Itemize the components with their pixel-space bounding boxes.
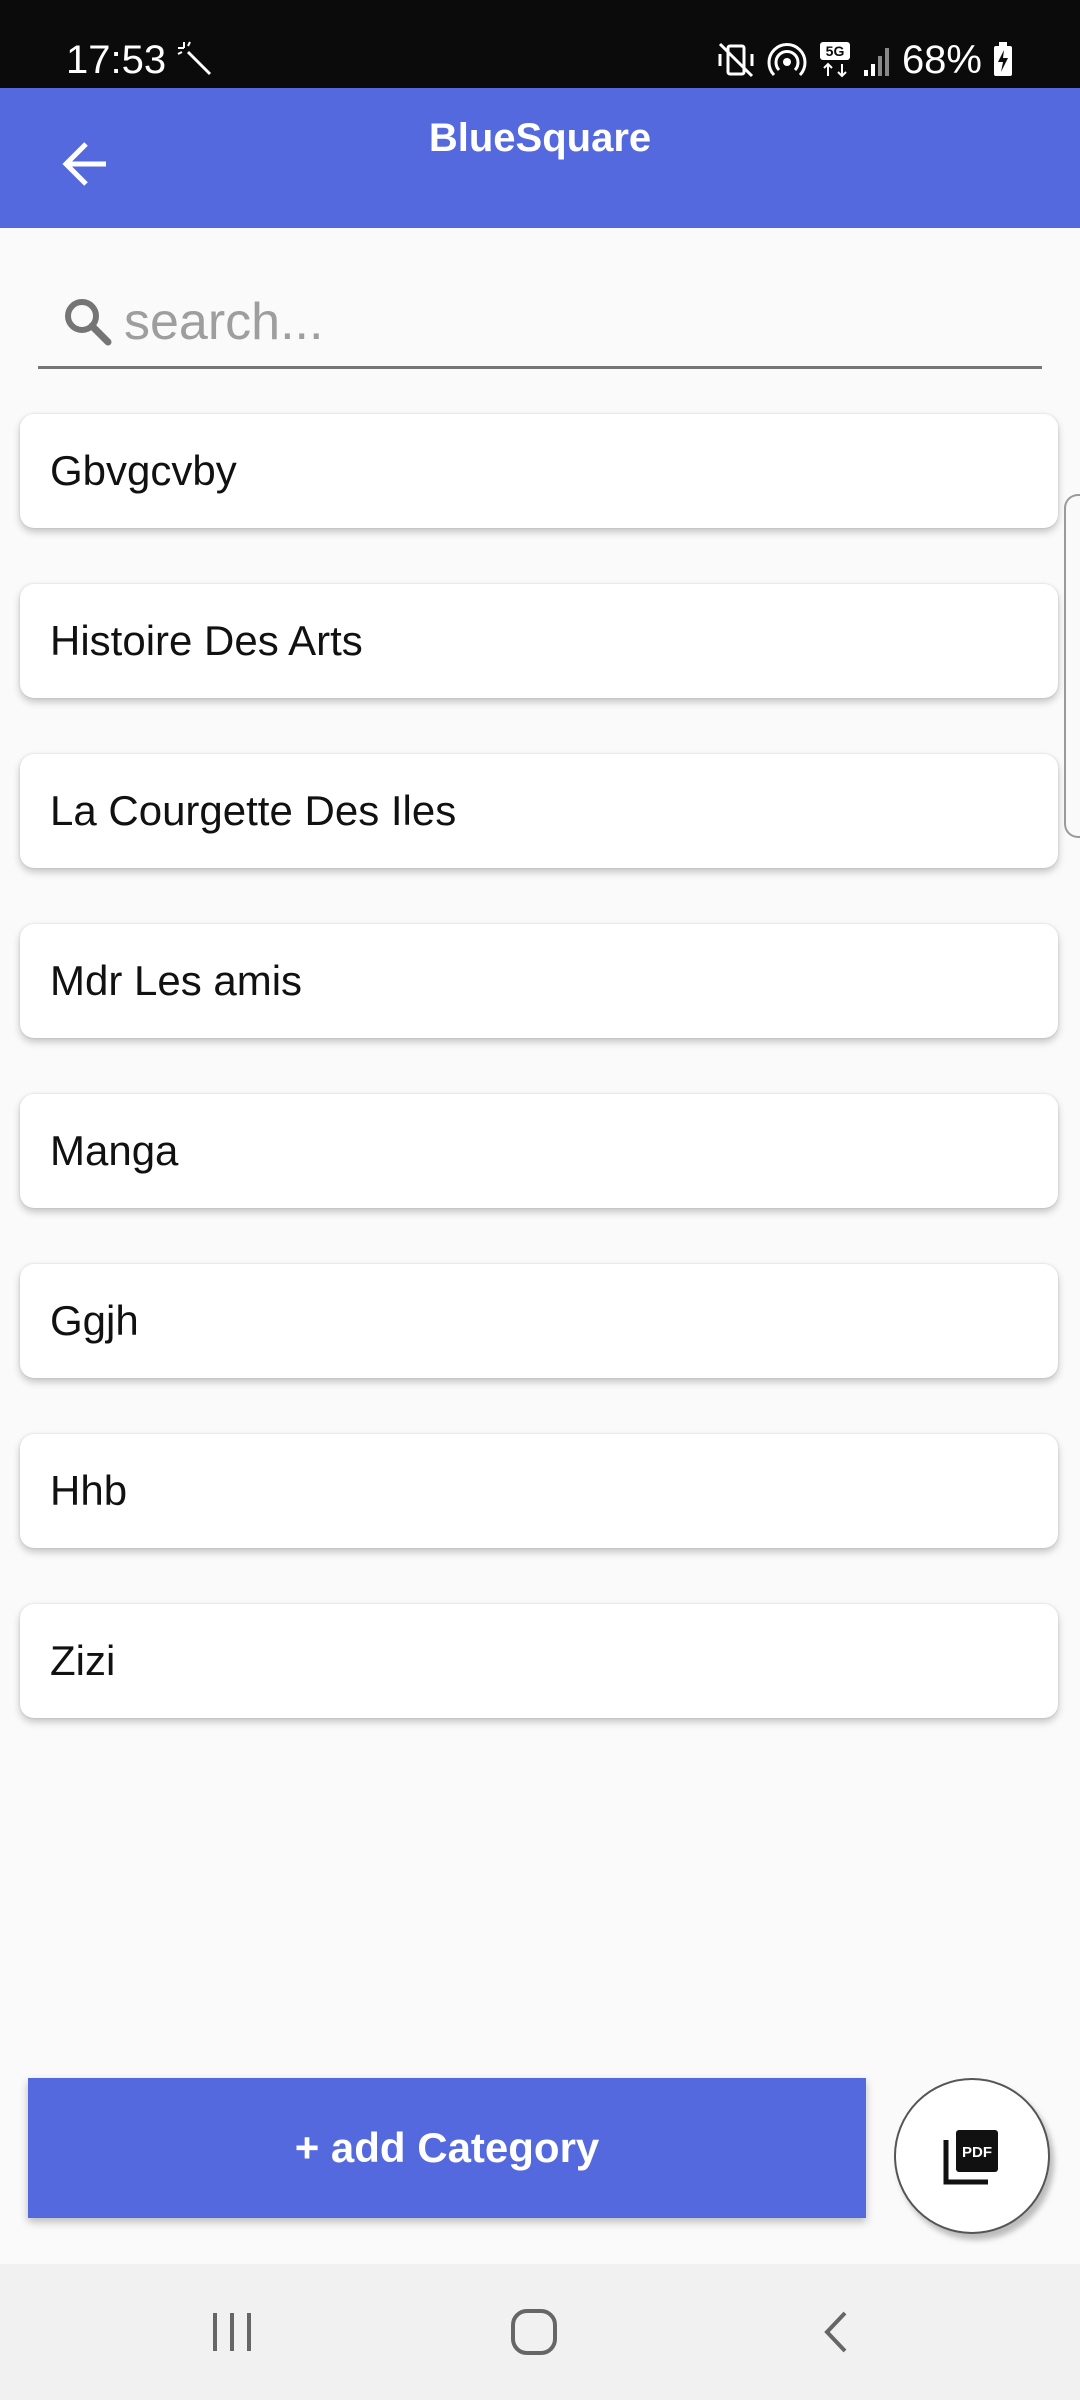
status-icons: 5G 68%	[716, 36, 1014, 84]
scroll-handle[interactable]	[1064, 494, 1080, 838]
list-item[interactable]: Gbvgcvby	[20, 414, 1058, 528]
search-input[interactable]	[124, 282, 1042, 362]
signal-icon	[863, 48, 889, 76]
vibrate-mute-icon	[718, 42, 754, 78]
svg-text:5G: 5G	[826, 43, 845, 59]
list-item[interactable]: Hhb	[20, 1434, 1058, 1548]
list-item[interactable]: Histoire Des Arts	[20, 584, 1058, 698]
list-item-label: Ggjh	[50, 1297, 139, 1344]
battery-charging-icon	[994, 42, 1012, 76]
list-item[interactable]: La Courgette Des Iles	[20, 754, 1058, 868]
search-bar	[38, 278, 1042, 369]
pdf-export-button[interactable]: PDF	[894, 2078, 1050, 2234]
list-item-label: Mdr Les amis	[50, 957, 303, 1004]
list-item-label: Hhb	[50, 1467, 128, 1514]
status-time: 17:53	[66, 38, 167, 82]
magic-wand-icon	[177, 41, 212, 76]
app-bar: BlueSquare	[0, 88, 1080, 228]
list-item-label: Histoire Des Arts	[50, 617, 363, 664]
pdf-icon: PDF	[943, 2130, 998, 2185]
list-item[interactable]: Ggjh	[20, 1264, 1058, 1378]
list-item[interactable]: Manga	[20, 1094, 1058, 1208]
5g-icon: 5G	[819, 42, 850, 78]
list-item-label: Gbvgcvby	[50, 447, 237, 494]
search-icon	[65, 299, 112, 346]
recent-apps-icon	[213, 2313, 251, 2351]
add-category-button[interactable]: + add Category	[28, 2078, 866, 2218]
hotspot-icon	[767, 43, 807, 77]
nav-back-button[interactable]	[798, 2292, 878, 2372]
status-bar: 17:53 5G 68%	[0, 0, 1080, 88]
recent-apps-button[interactable]	[192, 2292, 272, 2372]
list-item-label: Zizi	[50, 1637, 116, 1684]
list-item-label: La Courgette Des Iles	[50, 787, 457, 834]
page-title: BlueSquare	[428, 116, 652, 160]
battery-percentage: 68%	[901, 38, 982, 82]
svg-text:PDF: PDF	[962, 2144, 992, 2161]
system-nav-bar	[0, 2264, 1080, 2400]
home-button[interactable]	[494, 2292, 574, 2372]
list-item[interactable]: Zizi	[20, 1604, 1058, 1718]
list-item[interactable]: Mdr Les amis	[20, 924, 1058, 1038]
list-item-label: Manga	[50, 1127, 179, 1174]
home-icon	[511, 2309, 557, 2355]
category-list: Gbvgcvby Histoire Des Arts La Courgette …	[20, 414, 1060, 1774]
back-icon	[824, 2311, 847, 2353]
